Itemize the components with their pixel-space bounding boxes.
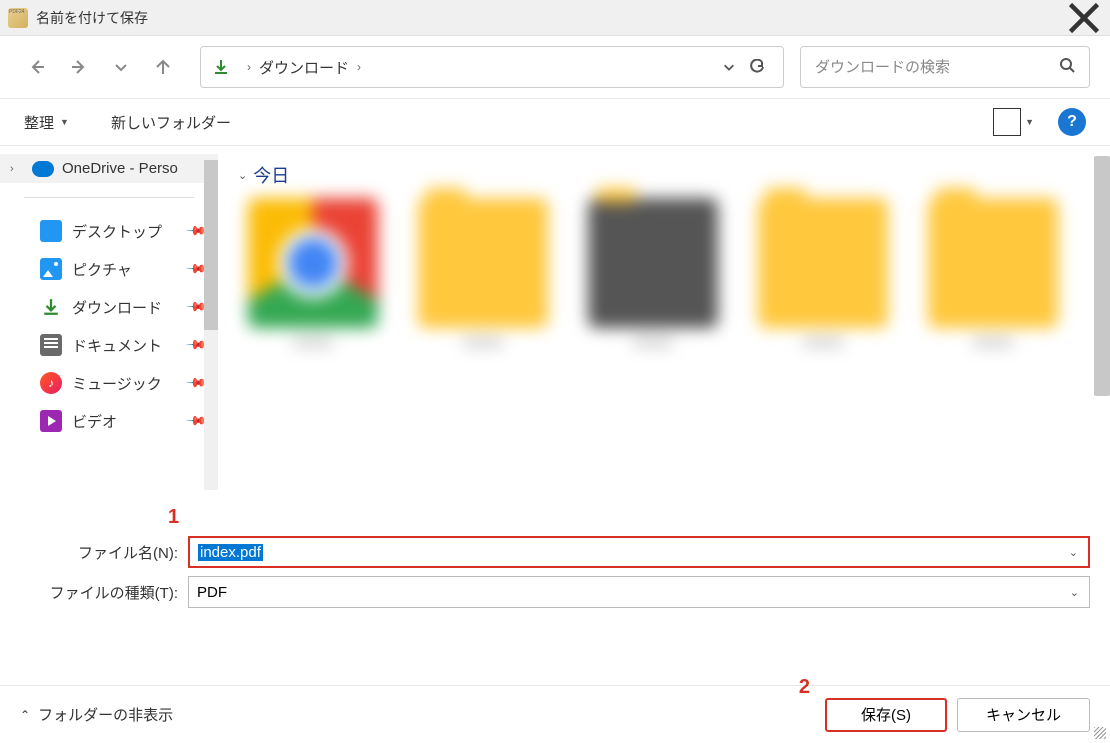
sidebar-item-label: ドキュメント (72, 335, 162, 356)
hide-folders-label: フォルダーの非表示 (38, 704, 173, 725)
filetype-select[interactable]: PDF ⌄ (188, 576, 1090, 608)
refresh-button[interactable] (743, 59, 771, 75)
search-box[interactable] (800, 46, 1090, 88)
group-label: 今日 (253, 162, 289, 188)
nav-bar: › ダウンロード › (0, 36, 1110, 98)
close-button[interactable] (1066, 3, 1102, 33)
sidebar-item-label: ミュージック (72, 373, 162, 394)
documents-icon (40, 334, 62, 356)
breadcrumb-separator: › (247, 60, 251, 74)
save-button[interactable]: 保存(S) (825, 698, 947, 732)
downloads-icon (40, 296, 62, 318)
organize-label: 整理 (24, 112, 54, 133)
sidebar-item-label: ダウンロード (72, 297, 162, 318)
body-area: › OneDrive - Perso デスクトップ 📌 ピクチャ 📌 ダウンロー… (0, 146, 1110, 528)
view-dropdown[interactable]: ▼ (1025, 117, 1034, 127)
annotation-2: 2 (799, 676, 810, 699)
footer: ⌃ フォルダーの非表示 2 保存(S) キャンセル (0, 685, 1110, 743)
window-title: 名前を付けて保存 (36, 8, 1066, 28)
up-button[interactable] (146, 50, 180, 84)
sidebar-item-downloads[interactable]: ダウンロード 📌 (0, 288, 218, 326)
breadcrumb-item[interactable]: ダウンロード (259, 57, 349, 78)
organize-menu[interactable]: 整理 ▼ (24, 112, 69, 133)
form-area: 1 ファイル名(N): index.pdf ⌄ ファイルの種類(T): PDF … (0, 528, 1110, 608)
refresh-icon (749, 59, 765, 75)
cancel-button[interactable]: キャンセル (957, 698, 1090, 732)
downloads-icon (213, 59, 229, 75)
file-thumbnails: xxxxxx xxxxxx xxxxxx xxxxxx xxxxxx (238, 198, 1090, 378)
help-button[interactable]: ? (1058, 108, 1086, 136)
sidebar-item-videos[interactable]: ビデオ 📌 (0, 402, 218, 440)
arrow-left-icon (29, 59, 45, 75)
chevron-down-icon[interactable]: ⌄ (1069, 546, 1078, 559)
sidebar-item-pictures[interactable]: ピクチャ 📌 (0, 250, 218, 288)
filename-value: index.pdf (198, 544, 263, 561)
back-button[interactable] (20, 50, 54, 84)
arrow-up-icon (155, 59, 171, 75)
sidebar-item-onedrive[interactable]: › OneDrive - Perso (0, 154, 218, 183)
sidebar-item-music[interactable]: ♪ ミュージック 📌 (0, 364, 218, 402)
filename-label: ファイル名(N): (20, 542, 188, 563)
close-icon (1066, 0, 1102, 36)
address-dropdown-button[interactable] (715, 60, 743, 74)
file-item[interactable]: xxxxxx (748, 198, 898, 378)
filetype-row: ファイルの種類(T): PDF ⌄ (20, 576, 1090, 608)
file-list[interactable]: ⌄ 今日 xxxxxx xxxxxx xxxxxx xxxxxx xxxxxx (218, 146, 1110, 528)
file-item[interactable]: xxxxxx (918, 198, 1068, 378)
cloud-icon (32, 161, 54, 177)
hide-folders-button[interactable]: ⌃ フォルダーの非表示 (20, 704, 173, 725)
filename-input[interactable]: index.pdf ⌄ (188, 536, 1090, 568)
sidebar-item-label: デスクトップ (72, 221, 162, 242)
separator (24, 197, 194, 198)
new-folder-button[interactable]: 新しいフォルダー (111, 112, 231, 133)
chevron-right-icon: › (10, 163, 24, 175)
video-icon (40, 410, 62, 432)
chevron-down-icon (722, 60, 736, 74)
file-item[interactable]: xxxxxx (578, 198, 728, 378)
forward-button[interactable] (62, 50, 96, 84)
chevron-down-icon: ▼ (60, 117, 69, 127)
resize-grip[interactable] (1094, 727, 1106, 739)
group-header-today[interactable]: ⌄ 今日 (238, 162, 1090, 188)
sidebar: › OneDrive - Perso デスクトップ 📌 ピクチャ 📌 ダウンロー… (0, 146, 218, 528)
title-bar: 名前を付けて保存 (0, 0, 1110, 36)
chevron-down-icon: ⌄ (238, 169, 247, 182)
app-icon (8, 8, 28, 28)
breadcrumb-separator: › (357, 60, 361, 74)
sidebar-scrollbar[interactable] (204, 160, 218, 490)
chevron-up-icon: ⌃ (20, 708, 30, 722)
desktop-icon (40, 220, 62, 242)
pictures-icon (40, 258, 62, 280)
file-item[interactable]: xxxxxx (408, 198, 558, 378)
arrow-right-icon (71, 59, 87, 75)
content-scrollbar[interactable] (1094, 156, 1110, 396)
search-input[interactable] (815, 59, 1059, 76)
sidebar-item-label: ビデオ (72, 411, 117, 432)
sidebar-item-label: OneDrive - Perso (62, 160, 178, 177)
recent-button[interactable] (104, 50, 138, 84)
sidebar-item-label: ピクチャ (72, 259, 132, 280)
scrollbar-thumb[interactable] (204, 160, 218, 330)
chevron-down-icon[interactable]: ⌄ (1070, 586, 1079, 599)
chevron-down-icon (113, 59, 129, 75)
sidebar-item-desktop[interactable]: デスクトップ 📌 (0, 212, 218, 250)
filename-row: ファイル名(N): index.pdf ⌄ (20, 536, 1090, 568)
view-mode-button[interactable] (993, 108, 1021, 136)
annotation-1: 1 (168, 506, 179, 529)
address-bar[interactable]: › ダウンロード › (200, 46, 784, 88)
file-item[interactable]: xxxxxx (238, 198, 388, 378)
filetype-label: ファイルの種類(T): (20, 582, 188, 603)
sidebar-item-documents[interactable]: ドキュメント 📌 (0, 326, 218, 364)
toolbar: 整理 ▼ 新しいフォルダー ▼ ? (0, 98, 1110, 146)
music-icon: ♪ (40, 372, 62, 394)
search-icon (1059, 57, 1075, 78)
filetype-value: PDF (197, 584, 227, 601)
